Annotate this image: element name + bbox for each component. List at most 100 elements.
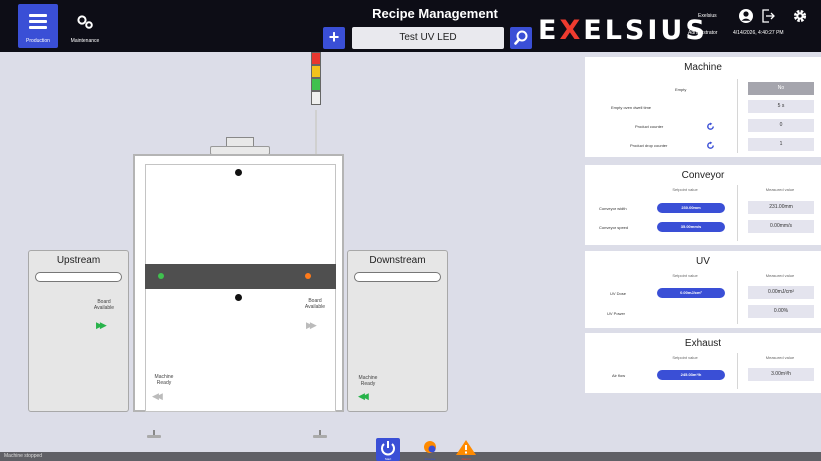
row-label: Air flow: [612, 373, 626, 378]
page-title: Recipe Management: [372, 6, 498, 21]
machine-foot-left: [147, 430, 161, 438]
upstream-board-arrows-icon: ▶▶: [96, 320, 107, 330]
settings-icon[interactable]: [792, 8, 808, 24]
conveyor-width-measured: 231.00mm: [748, 201, 814, 214]
upstream-board-available-label: Board Available: [93, 299, 115, 311]
machine-ready-arrows-icon: ◀◀: [152, 391, 163, 401]
measured-header: Measured value: [765, 273, 795, 278]
machine-ready-label: Machine Ready: [154, 374, 174, 386]
plus-icon: +: [328, 27, 340, 47]
reset-drop-counter-icon[interactable]: [706, 141, 715, 150]
menu-icon: [29, 14, 47, 32]
setpoint-header: Setpoint value: [672, 355, 698, 360]
upstream-rail: [35, 272, 122, 282]
machine-board-available-label: Board Available: [304, 298, 326, 310]
recipe-field[interactable]: Test UV LED: [352, 27, 504, 49]
logout-icon[interactable]: [760, 8, 776, 24]
downstream-title: Downstream: [369, 255, 426, 266]
exhaust-panel: Exhaust Setpoint value Measured value Ai…: [585, 333, 821, 393]
uv-power-measured: 0.00%: [748, 305, 814, 318]
machine-board-arrows-icon: ▶▶: [306, 320, 317, 330]
machine-foot-right: [313, 430, 327, 438]
upstream-box: Upstream Board Available ▶▶: [28, 250, 129, 412]
machine-panel: Machine Empty No Empty oven dwell time 5…: [585, 57, 821, 157]
row-label: UV Dose: [610, 291, 627, 296]
setpoint-header: Setpoint value: [672, 273, 698, 278]
user-role: Administrator: [688, 30, 718, 36]
reset-counter-icon[interactable]: [706, 122, 715, 131]
stack-light-yellow: [311, 65, 321, 78]
empty-value: No: [748, 82, 814, 95]
stack-light-green: [311, 78, 321, 91]
power-icon: [381, 441, 395, 456]
warning-icon: [456, 440, 476, 455]
uv-panel-title: UV: [696, 256, 710, 267]
production-button[interactable]: Production: [18, 4, 58, 48]
app-root: Production Maintenance Recipe Management…: [0, 0, 821, 461]
product-counter-value: 0: [748, 119, 814, 132]
search-icon: [514, 30, 528, 45]
uv-lamp-housing: [210, 137, 270, 155]
row-label: Product drop counter: [630, 143, 668, 148]
alarms-button[interactable]: Alarms: [454, 438, 478, 461]
sensor-top-icon: [235, 169, 242, 176]
downstream-ready-arrows-icon: ◀◀: [358, 391, 369, 401]
uv-panel: UV Setpoint value Measured value UV Dose…: [585, 251, 821, 328]
air-flow-setpoint[interactable]: 245.03m³/h: [657, 370, 725, 380]
row-label: Empty: [675, 87, 687, 92]
stack-light: [311, 52, 321, 110]
air-flow-measured: 3.00m³/h: [748, 368, 814, 381]
row-label: UV Power: [607, 311, 626, 316]
conveyor-panel: Conveyor Setpoint value Measured value C…: [585, 165, 821, 245]
column-divider: [737, 185, 738, 241]
conveyor-width-setpoint[interactable]: 230.00mm: [657, 203, 725, 213]
row-label: Product counter: [635, 124, 664, 129]
maintenance-label: Maintenance: [70, 38, 100, 44]
stack-light-white: [311, 91, 321, 105]
process-label: Process: [424, 457, 436, 461]
downstream-ready-label: Machine Ready: [358, 375, 378, 387]
production-label: Production: [26, 38, 50, 44]
process-button[interactable]: Process: [418, 438, 442, 461]
entry-sensor-icon: [158, 273, 164, 279]
conveyor-panel-title: Conveyor: [681, 170, 725, 181]
row-label: Conveyor speed: [599, 225, 629, 230]
product-drop-counter-value: 1: [748, 138, 814, 151]
conveyor-speed-measured: 0.00mm/s: [748, 220, 814, 233]
downstream-rail: [354, 272, 441, 282]
start-button[interactable]: Start: [376, 438, 400, 461]
row-label: Empty oven dwell time: [611, 105, 652, 110]
measured-header: Measured value: [765, 355, 795, 360]
column-divider: [737, 353, 738, 389]
stack-light-red: [311, 52, 321, 65]
uv-dose-measured: 0.00mJ/cm²: [748, 286, 814, 299]
downstream-box: Downstream Machine Ready ◀◀: [347, 250, 448, 412]
search-recipe-button[interactable]: [510, 27, 532, 49]
stack-light-pole: [315, 110, 317, 154]
process-icon: [424, 441, 436, 453]
uv-dose-setpoint[interactable]: 0.00mJ/cm²: [657, 288, 725, 298]
status-bar: Machine stopped: [0, 452, 821, 461]
user-name: Exelsius: [698, 13, 717, 19]
dwell-time-value: 5 s: [748, 100, 814, 113]
sensor-bottom-icon: [235, 294, 242, 301]
conveyor-speed-setpoint[interactable]: 35.00mm/s: [657, 222, 725, 232]
alarms-label: Alarms: [461, 457, 471, 461]
measured-header: Measured value: [765, 187, 795, 192]
top-bar: Production Maintenance Recipe Management…: [0, 0, 821, 52]
row-label: Conveyor width: [599, 206, 627, 211]
machine-panel-title: Machine: [684, 62, 722, 73]
start-label: Start: [384, 457, 392, 461]
exit-sensor-icon: [305, 273, 311, 279]
setpoint-header: Setpoint value: [672, 187, 698, 192]
column-divider: [737, 79, 738, 153]
account-icon[interactable]: [738, 8, 754, 24]
upstream-title: Upstream: [56, 255, 101, 266]
add-recipe-button[interactable]: +: [323, 27, 345, 49]
exhaust-panel-title: Exhaust: [684, 338, 722, 349]
exelsius-logo: EXELSIUS: [538, 15, 708, 46]
maintenance-button[interactable]: Maintenance: [62, 4, 108, 48]
column-divider: [737, 271, 738, 324]
gears-icon: [77, 15, 93, 29]
machine-status-text: Machine stopped: [4, 453, 43, 459]
